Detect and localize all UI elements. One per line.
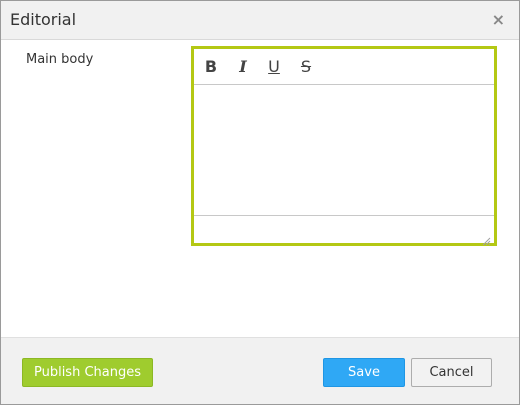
dialog-header: Editorial ×: [1, 1, 519, 40]
strikethrough-button[interactable]: S: [295, 57, 317, 77]
editorial-dialog: Editorial × Main body B I U S Publish Ch…: [0, 0, 520, 405]
close-icon[interactable]: ×: [492, 10, 505, 30]
rich-text-editor: B I U S: [191, 46, 497, 246]
publish-changes-button[interactable]: Publish Changes: [22, 358, 153, 387]
dialog-title: Editorial: [10, 10, 77, 29]
bold-button[interactable]: B: [200, 57, 222, 77]
resize-grip-icon[interactable]: [482, 231, 491, 246]
main-body-text-area[interactable]: [194, 85, 494, 213]
cancel-button[interactable]: Cancel: [411, 358, 492, 387]
editor-status-bar: [194, 215, 494, 246]
underline-button[interactable]: U: [263, 57, 285, 77]
italic-button[interactable]: I: [232, 57, 254, 77]
editor-toolbar: B I U S: [194, 49, 494, 85]
dialog-footer: Publish Changes Save Cancel: [1, 337, 519, 404]
save-button[interactable]: Save: [323, 358, 405, 387]
main-body-label: Main body: [26, 52, 94, 67]
